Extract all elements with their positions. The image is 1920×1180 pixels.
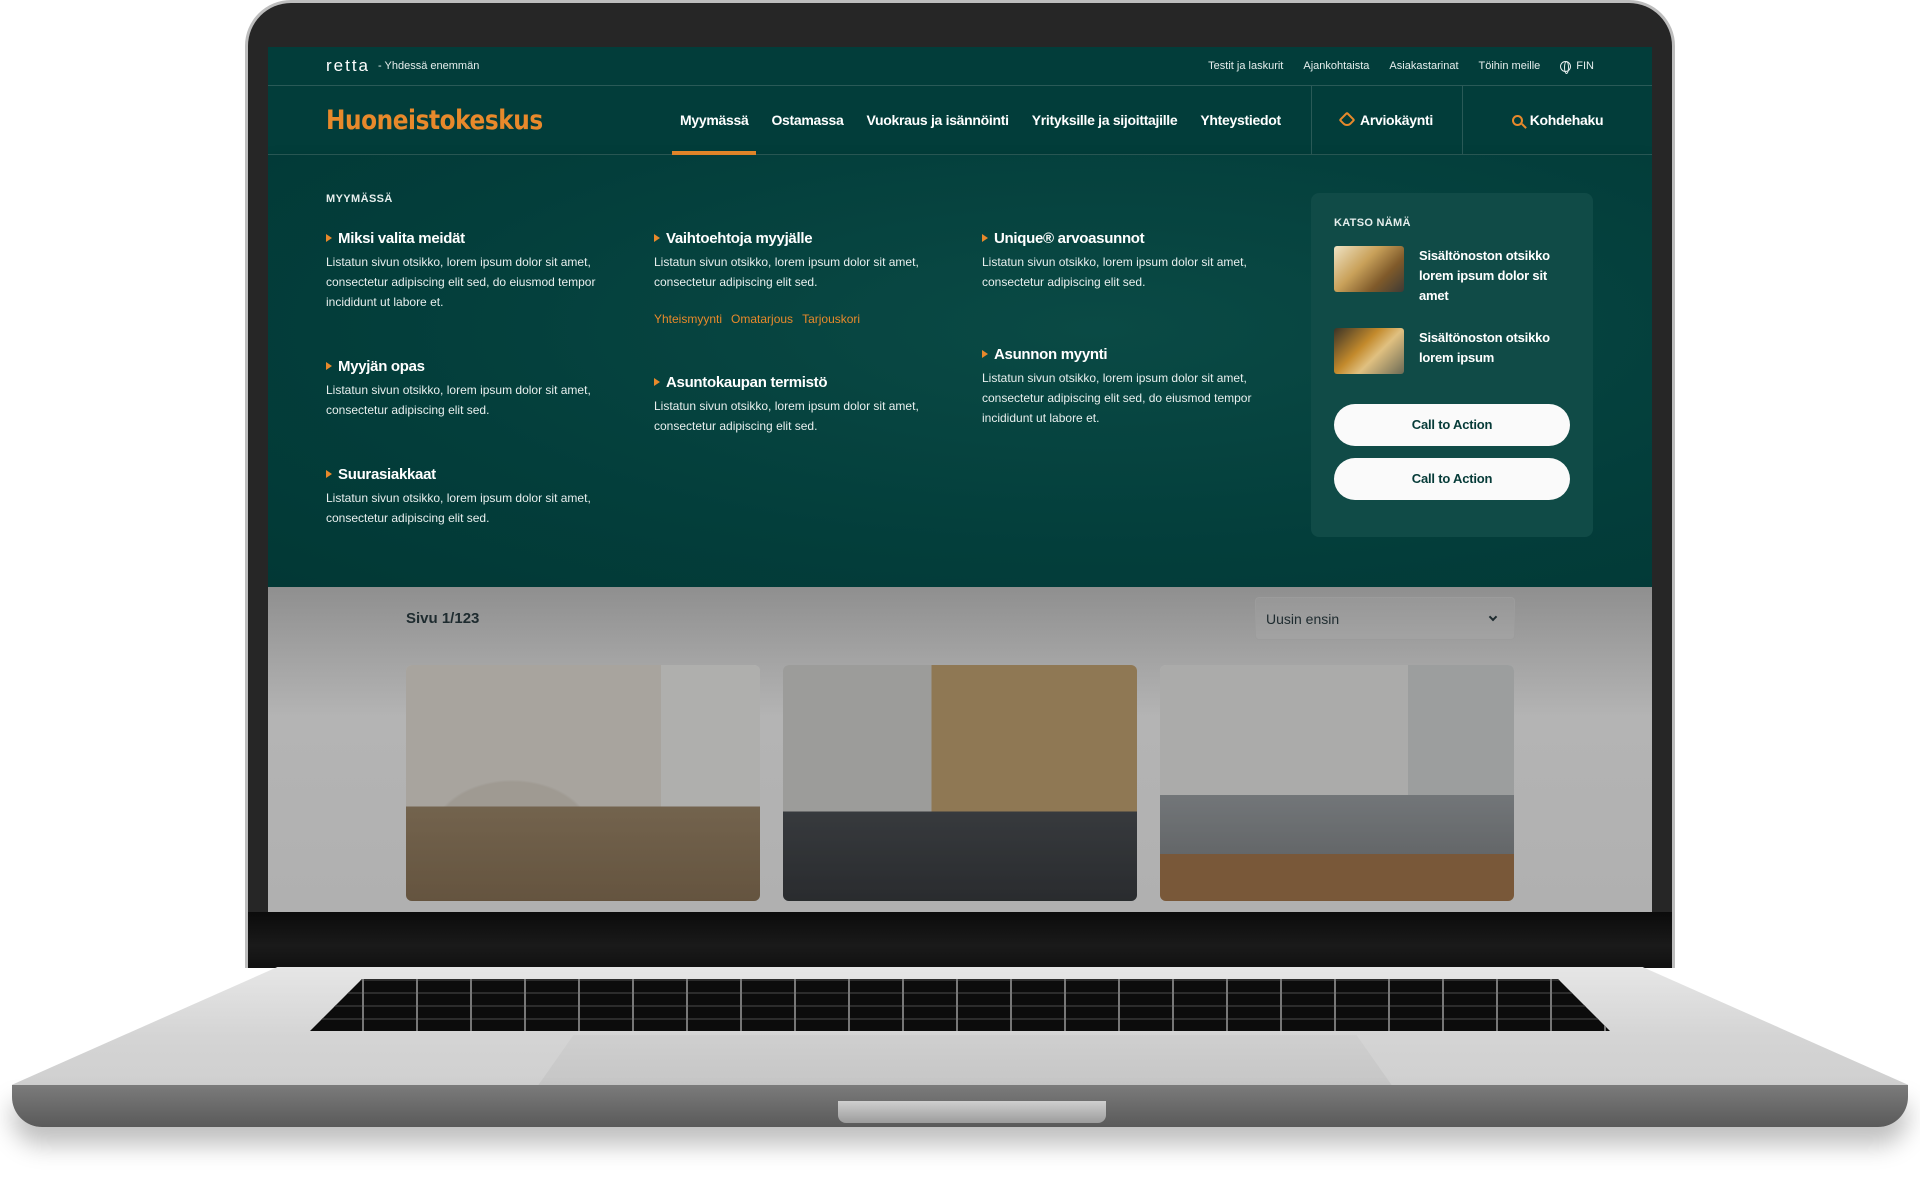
chevron-down-icon (1488, 612, 1498, 621)
mega-menu-column: Miksi valita meidät Listatun sivun otsik… (326, 228, 654, 528)
arviokaynti-button[interactable]: Arviokäynti (1311, 86, 1462, 154)
retta-logo[interactable]: retta (326, 56, 370, 76)
nav-actions: Arviokäynti Kohdehaku (1311, 86, 1652, 154)
sort-select[interactable]: Uusin ensin (1255, 597, 1515, 640)
menu-item-title[interactable]: Asuntokaupan termistö (666, 374, 828, 391)
menu-item[interactable]: Unique® arvoasunnot Listatun sivun otsik… (982, 228, 1310, 292)
nav-item-myymassa[interactable]: Myymässä (672, 86, 757, 155)
menu-item-title[interactable]: Asunnon myynti (994, 346, 1108, 363)
nav-item-vuokraus[interactable]: Vuokraus ja isännöinti (858, 86, 1016, 154)
tagline: - Yhdessä enemmän (378, 60, 480, 72)
main-navbar: Huoneistokeskus Myymässä Ostamassa Vuokr… (268, 86, 1652, 155)
menu-item-desc: Listatun sivun otsikko, lorem ipsum dolo… (326, 383, 591, 417)
kohdehaku-label: Kohdehaku (1529, 112, 1604, 128)
menu-item[interactable]: Miksi valita meidät Listatun sivun otsik… (326, 228, 654, 312)
language-selector[interactable]: FIN (1560, 60, 1594, 74)
utility-bar: retta - Yhdessä enemmän Testit ja laskur… (268, 47, 1652, 86)
globe-icon (1560, 60, 1572, 74)
laptop-screen: retta - Yhdessä enemmän Testit ja laskur… (268, 47, 1652, 912)
mega-menu-column: Unique® arvoasunnot Listatun sivun otsik… (982, 228, 1310, 528)
menu-item-desc: Listatun sivun otsikko, lorem ipsum dolo… (326, 491, 591, 525)
laptop-keyboard (310, 979, 1610, 1031)
caret-right-icon (654, 378, 660, 386)
sublink-tarjouskori[interactable]: Tarjouskori (802, 312, 860, 326)
laptop-lid-notch (838, 1101, 1106, 1123)
menu-item-desc: Listatun sivun otsikko, lorem ipsum dolo… (654, 255, 919, 289)
utility-links: Testit ja laskurit Ajankohtaista Asiakas… (1208, 60, 1594, 74)
caret-right-icon (326, 362, 332, 370)
teaser-title: Sisältönoston otsikko lorem ipsum dolor … (1419, 248, 1550, 303)
call-to-action-button-1[interactable]: Call to Action (1334, 404, 1570, 446)
utility-link-tests[interactable]: Testit ja laskurit (1208, 60, 1283, 72)
listing-section-dimmed: Sivu 1/123 Uusin ensin (268, 587, 1652, 912)
page-count: Sivu 1/123 (406, 610, 480, 627)
listing-card-image[interactable] (783, 665, 1137, 901)
menu-item[interactable]: Asuntokaupan termistö Listatun sivun ots… (654, 372, 982, 436)
sublink-yhteismyynti[interactable]: Yhteismyynti (654, 312, 722, 326)
main-nav: Myymässä Ostamassa Vuokraus ja isännöint… (672, 86, 1296, 155)
caret-right-icon (654, 234, 660, 242)
teaser-thumbnail (1334, 246, 1404, 292)
site-logo[interactable]: Huoneistokeskus (326, 86, 624, 154)
utility-link-news[interactable]: Ajankohtaista (1303, 60, 1369, 72)
caret-right-icon (326, 470, 332, 478)
teaser-thumbnail (1334, 328, 1404, 374)
mega-menu-column: Vaihtoehtoja myyjälle Listatun sivun ots… (654, 228, 982, 528)
nav-item-yhteystiedot[interactable]: Yhteystiedot (1192, 86, 1288, 154)
laptop-base (12, 967, 1908, 1127)
brand: retta - Yhdessä enemmän (326, 56, 479, 76)
featured-panel-title: KATSO NÄMÄ (1334, 217, 1411, 229)
call-to-action-button-2[interactable]: Call to Action (1334, 458, 1570, 500)
menu-item[interactable]: Vaihtoehtoja myyjälle Listatun sivun ots… (654, 228, 982, 326)
search-icon (1511, 114, 1523, 126)
menu-item[interactable]: Asunnon myynti Listatun sivun otsikko, l… (982, 344, 1310, 428)
menu-item-title[interactable]: Suurasiakkaat (338, 466, 436, 483)
teaser-title: Sisältönoston otsikko lorem ipsum (1419, 330, 1550, 365)
menu-item-title[interactable]: Miksi valita meidät (338, 230, 465, 247)
listing-card-image[interactable] (406, 665, 760, 901)
nav-item-yrityksille[interactable]: Yrityksille ja sijoittajille (1024, 86, 1186, 154)
laptop-bezel-chin (248, 912, 1672, 968)
featured-panel: KATSO NÄMÄ Sisältönoston otsikko lorem i… (1311, 193, 1593, 537)
mega-menu-columns: Miksi valita meidät Listatun sivun otsik… (326, 228, 1310, 528)
arviokaynti-label: Arviokäynti (1360, 112, 1433, 128)
teaser-item[interactable]: Sisältönoston otsikko lorem ipsum dolor … (1334, 246, 1570, 306)
listing-card-image[interactable] (1160, 665, 1514, 901)
utility-link-stories[interactable]: Asiakastarinat (1389, 60, 1458, 72)
tag-icon (1338, 111, 1356, 129)
caret-right-icon (326, 234, 332, 242)
sublinks: Yhteismyynti Omatarjous Tarjouskori (654, 312, 982, 326)
menu-item[interactable]: Myyjän opas Listatun sivun otsikko, lore… (326, 356, 654, 420)
utility-link-careers[interactable]: Töihin meille (1479, 60, 1541, 72)
menu-item-title[interactable]: Myyjän opas (338, 358, 425, 375)
kohdehaku-button[interactable]: Kohdehaku (1462, 86, 1652, 154)
menu-item-desc: Listatun sivun otsikko, lorem ipsum dolo… (654, 399, 919, 433)
teaser-item[interactable]: Sisältönoston otsikko lorem ipsum (1334, 328, 1570, 374)
menu-item-desc: Listatun sivun otsikko, lorem ipsum dolo… (982, 371, 1252, 425)
listing-cards (406, 665, 1514, 901)
menu-item-title[interactable]: Vaihtoehtoja myyjälle (666, 230, 813, 247)
menu-item-desc: Listatun sivun otsikko, lorem ipsum dolo… (326, 255, 596, 309)
caret-right-icon (982, 350, 988, 358)
menu-item[interactable]: Suurasiakkaat Listatun sivun otsikko, lo… (326, 464, 654, 528)
caret-right-icon (982, 234, 988, 242)
sublink-omatarjous[interactable]: Omatarjous (731, 312, 793, 326)
nav-item-ostamassa[interactable]: Ostamassa (763, 86, 851, 154)
sort-select-value: Uusin ensin (1266, 610, 1340, 627)
menu-item-title[interactable]: Unique® arvoasunnot (994, 230, 1145, 247)
mega-menu: MYYMÄSSÄ Miksi valita meidät Listatun si… (268, 155, 1652, 588)
menu-item-desc: Listatun sivun otsikko, lorem ipsum dolo… (982, 255, 1247, 289)
language-label: FIN (1576, 60, 1594, 72)
